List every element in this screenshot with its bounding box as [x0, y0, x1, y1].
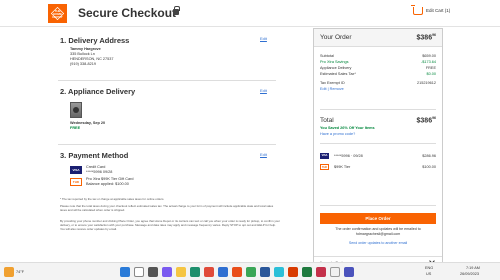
- app-icon[interactable]: [316, 267, 326, 277]
- clock-date: 26/09/2023: [460, 272, 480, 276]
- divider: [320, 205, 436, 206]
- office-icon[interactable]: [232, 267, 242, 277]
- tax-exempt-edit-remove[interactable]: Edit | Remove: [320, 87, 436, 91]
- appliance-delivery-row: Appliance Delivery FREE: [320, 66, 436, 70]
- app-icon[interactable]: [204, 267, 214, 277]
- word-icon[interactable]: [260, 267, 270, 277]
- email-confirmation-note: The order confirmation and updates will …: [335, 227, 421, 236]
- washer-product-image: [70, 102, 82, 118]
- visa-card-icon: VISA: [320, 153, 329, 159]
- saved-note: You Saved 26% Off Your Items: [320, 126, 375, 130]
- subtotal-row: Subtotal $659.00: [320, 54, 436, 58]
- appliance-delivery-heading: 2. Appliance Delivery: [60, 87, 136, 96]
- clock-time[interactable]: 7:19 AM: [466, 266, 480, 270]
- total-label: Total: [320, 117, 334, 124]
- app-icon[interactable]: [288, 267, 298, 277]
- divider: [58, 144, 276, 145]
- excel-icon[interactable]: [302, 267, 312, 277]
- file-explorer-icon[interactable]: [176, 267, 186, 277]
- app-icon[interactable]: [344, 267, 354, 277]
- gift-card-label: Pro Xtra $99K Tier Gift Card: [86, 177, 134, 181]
- edit-delivery-link[interactable]: Edit: [260, 88, 267, 93]
- pro-xtra-savings-row: Pro Xtra Savings -$173.64: [320, 60, 436, 64]
- gift-card-icon: THD: [70, 178, 82, 186]
- app-icon[interactable]: [274, 267, 284, 277]
- credit-card-label: Credit Card: [86, 165, 106, 169]
- consent-text: By providing your phone number and click…: [60, 219, 280, 231]
- edge-browser-icon[interactable]: [190, 267, 200, 277]
- gift-card-icon: THD: [320, 164, 329, 170]
- order-summary-title: Your Order: [320, 34, 352, 41]
- payment-row-gift-card: $99K Tier $100.00: [334, 165, 436, 169]
- tax-note: Please note that the total taxes during …: [60, 204, 274, 212]
- delivery-address: Tammy Hargrove 335 Bullock Ln HENDERSON,…: [70, 47, 113, 67]
- payment-method-heading: 3. Payment Method: [60, 151, 129, 160]
- order-summary-header: Your Order $38696: [314, 29, 442, 47]
- delivery-address-heading: 1. Delivery Address: [60, 36, 130, 45]
- home-depot-logo[interactable]: THE HOME DEPOT: [48, 4, 67, 23]
- lock-icon: [173, 6, 180, 15]
- recipient-name: Tammy Hargrove: [70, 47, 101, 51]
- mail-icon[interactable]: [218, 267, 228, 277]
- send-updates-link[interactable]: Send order updates to another email: [320, 241, 436, 245]
- payment-row-card: *****5996 · 09/28 $286.96: [334, 154, 436, 158]
- gift-card-balance: Balance applied: $100.00: [86, 182, 129, 186]
- place-order-button[interactable]: Place Order: [320, 213, 436, 224]
- visa-card-icon: VISA: [70, 166, 82, 174]
- order-summary-panel: Your Order $38696 Subtotal $659.00 Pro Xt…: [313, 28, 443, 276]
- delivery-date: Wednesday, Sep 20: [70, 121, 106, 125]
- sales-tax-row: Estimated Sales Tax* $0.00: [320, 72, 436, 76]
- edit-payment-link[interactable]: Edit: [260, 152, 267, 157]
- tax-exempt-row: Tax Exempt ID 215219612: [320, 81, 436, 85]
- teams-icon[interactable]: [162, 267, 172, 277]
- phone-number: (919) 338-8219: [70, 62, 96, 66]
- weather-temp: 74°F: [16, 270, 25, 274]
- windows-start-icon[interactable]: [120, 267, 130, 277]
- divider: [320, 109, 436, 110]
- edit-address-link[interactable]: Edit: [260, 36, 267, 41]
- divider: [320, 143, 436, 144]
- cart-icon[interactable]: [411, 5, 423, 15]
- chrome-icon[interactable]: [330, 267, 340, 277]
- tax-disclaimer: * The tax reported by the tax or charge …: [60, 197, 165, 201]
- divider: [58, 80, 276, 81]
- page-header: THE HOME DEPOT Secure Checkout Edit Cart…: [0, 0, 500, 27]
- credit-card-number: *****5996 09/28: [86, 170, 113, 174]
- region-indicator: US: [426, 272, 432, 276]
- order-total-header: $38696: [416, 33, 436, 42]
- page-title: Secure Checkout: [78, 6, 177, 20]
- search-icon[interactable]: [134, 267, 144, 277]
- promo-code-link[interactable]: Have a promo code?: [320, 132, 355, 136]
- edit-cart-link[interactable]: Edit Cart (1): [426, 8, 450, 13]
- delivery-cost: FREE: [70, 126, 81, 130]
- task-view-icon[interactable]: [148, 267, 158, 277]
- language-indicator[interactable]: ENG: [425, 266, 433, 270]
- app-icon[interactable]: [246, 267, 256, 277]
- windows-taskbar: 74°F ENG US 7:19 AM 26/09/2023: [0, 262, 500, 280]
- total-value: $38696: [416, 116, 436, 125]
- weather-icon[interactable]: [4, 267, 14, 277]
